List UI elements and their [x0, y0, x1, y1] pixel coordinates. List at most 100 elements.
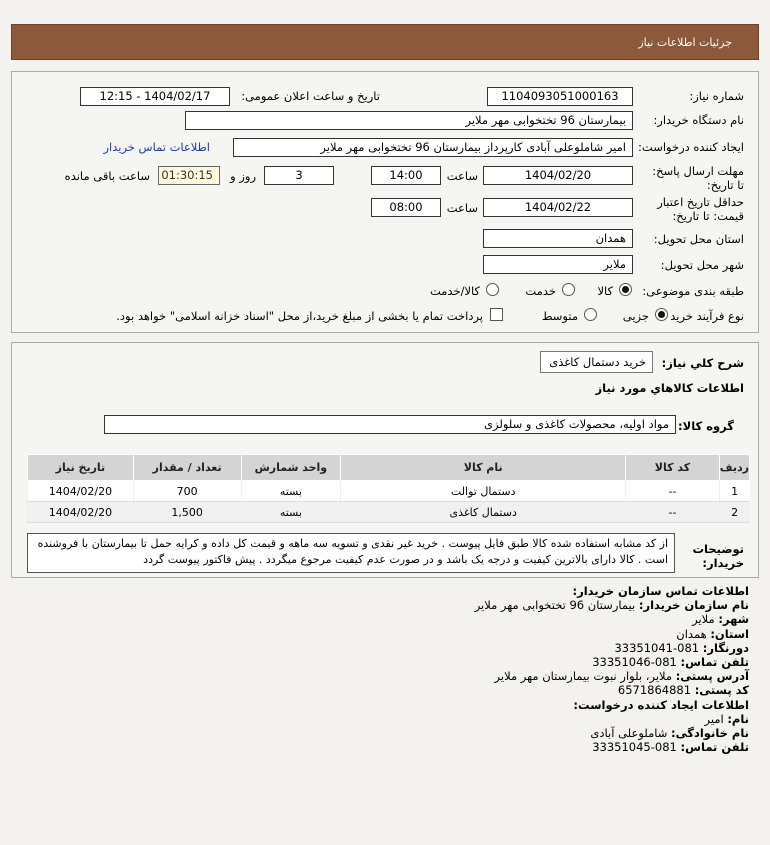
cell-unit: بسته: [240, 501, 341, 523]
general-description-label: شرح کلي نياز:: [661, 356, 744, 370]
process-option-medium: متوسط: [541, 309, 578, 323]
cell-quantity: 700: [132, 480, 241, 502]
goods-table-header: ردیف کد کالا نام کالا واحد شمارش تعداد /…: [27, 454, 751, 481]
creator-name-label: نام:: [727, 711, 749, 726]
buyer-address-value: ملایر، بلوار نبوت بیمارستان مهر ملایر: [494, 669, 673, 684]
creator-family-row: نام خانوادگی: شاملوعلی آبادی: [29, 726, 749, 740]
creator-label: ایجاد کننده درخواست:: [638, 140, 744, 154]
buyer-contact-title: اطلاعات تماس سازمان خریدار:: [572, 584, 749, 598]
process-radio-minor[interactable]: [655, 308, 668, 321]
province-field: همدان: [483, 229, 633, 248]
cell-name: دستمال توالت: [340, 480, 626, 502]
contact-info: اطلاعات تماس سازمان خریدار: نام سازمان خ…: [29, 584, 749, 754]
buyer-address-row: آدرس پستی: ملایر، بلوار نبوت بیمارستان م…: [29, 669, 749, 683]
creator-name-value: امیر: [704, 711, 724, 726]
treasury-checkbox[interactable]: [490, 308, 503, 321]
buyer-city-label: شهر:: [718, 612, 749, 627]
general-description-field: خرید دستمال کاغذی: [540, 351, 653, 373]
creator-phone-row: تلفن تماس: 081-33351045: [29, 740, 749, 754]
announce-field: 1404/02/17 - 12:15: [80, 87, 230, 106]
countdown-field: 01:30:15: [158, 166, 220, 185]
goods-group-label: گروه کالا:: [678, 419, 734, 433]
cell-row: 2: [718, 501, 750, 523]
col-date: تاریخ نیاز: [27, 454, 134, 481]
cell-code: --: [625, 480, 720, 502]
cell-row: 1: [718, 480, 750, 502]
buyer-fax-label: دورنگار:: [702, 640, 749, 655]
cell-name: دستمال کاغذی: [340, 501, 626, 523]
buyer-label: نام دستگاه خریدار:: [653, 113, 744, 127]
reply-time-field: 14:00: [371, 166, 441, 185]
goods-info-heading: اطلاعات کالاهاي مورد نياز: [595, 381, 744, 395]
buyer-postal-value: 6571864881: [617, 683, 692, 698]
creator-contact-title: اطلاعات ایجاد کننده درخواست:: [573, 697, 749, 712]
category-radio-goods[interactable]: [619, 283, 632, 296]
creator-family-value: شاملوعلی آبادی: [590, 726, 668, 741]
days-label: روز و: [230, 169, 256, 183]
buyer-city-row: شهر: ملایر: [29, 612, 749, 626]
buyer-fax-value: 081-33351041: [614, 640, 700, 655]
category-radio-goods-service[interactable]: [486, 283, 499, 296]
payment-note: پرداخت تمام یا بخشی از مبلغ خرید،از محل …: [116, 309, 483, 323]
need-number-label: شماره نیاز:: [689, 89, 744, 103]
cell-code: --: [625, 501, 720, 523]
buyer-phone-value: 081-33351046: [592, 655, 677, 670]
process-radio-medium[interactable]: [584, 308, 597, 321]
cell-unit: بسته: [240, 480, 341, 502]
days-field: 3: [264, 166, 334, 185]
city-label: شهر محل تحویل:: [660, 258, 744, 272]
process-option-minor: جزیی: [622, 309, 649, 323]
need-number-field: 1104093051000163: [487, 87, 633, 106]
creator-family-label: نام خانوادگی:: [671, 726, 749, 741]
category-option-goods-service: کالا/خدمت: [429, 284, 480, 298]
col-unit: واحد شمارش: [240, 454, 342, 481]
buyer-notes-field: از کد مشابه استفاده شده کالا طبق فایل پی…: [27, 533, 675, 573]
col-code: کد کالا: [625, 454, 720, 481]
category-option-service: خدمت: [525, 284, 556, 298]
price-time-label: ساعت: [446, 201, 478, 215]
buyer-notes-label: توضیحات خریدار:: [692, 542, 745, 570]
buyer-org-value: بیمارستان 96 تختخوابی مهر ملایر: [474, 598, 636, 613]
cell-date: 1404/02/20: [27, 480, 134, 502]
creator-name-row: نام: امیر: [29, 711, 750, 726]
buyer-fax-row: دورنگار: 081-33351041: [29, 641, 749, 655]
col-name: نام کالا: [340, 454, 627, 481]
remaining-label: ساعت باقی مانده: [64, 169, 150, 183]
category-radio-service[interactable]: [562, 283, 575, 296]
price-date-field: 1404/02/22: [483, 198, 633, 217]
price-validity-label: حداقل تاریخ اعتبار قیمت: تا تاریخ:: [657, 195, 744, 223]
reply-date-field: 1404/02/20: [483, 166, 633, 185]
announce-label: تاریخ و ساعت اعلان عمومی:: [241, 89, 380, 103]
table-row: 1 -- دستمال توالت بسته 700 1404/02/20: [27, 480, 750, 502]
buyer-contact-link[interactable]: اطلاعات تماس خریدار: [103, 140, 210, 154]
buyer-province-row: استان: همدان: [29, 627, 749, 641]
creator-field: امیر شاملوعلی آبادی کارپرداز بیمارستان 9…: [233, 138, 633, 157]
category-option-goods: کالا: [597, 284, 613, 298]
goods-summary-panel: شرح کلي نياز: خرید دستمال کاغذی اطلاعات …: [11, 342, 759, 578]
reply-deadline-label: مهلت ارسال پاسخ: تا تاریخ:: [652, 164, 744, 192]
city-field: ملایر: [483, 255, 633, 274]
goods-group-field: مواد اولیه، محصولات کاغذی و سلولزی: [104, 415, 676, 434]
need-details-panel: شماره نیاز: 1104093051000163 تاریخ و ساع…: [11, 71, 759, 333]
buyer-province-label: استان:: [710, 626, 749, 641]
buyer-province-value: همدان: [676, 626, 707, 641]
creator-phone-label: تلفن تماس:: [680, 740, 749, 755]
buyer-city-value: ملایر: [692, 612, 715, 627]
buyer-address-label: آدرس پستی:: [675, 669, 749, 684]
page-title: جزئیات اطلاعات نیاز: [638, 36, 732, 49]
col-row: ردیف: [718, 454, 751, 481]
buyer-postal-row: کد پستی: 6571864881: [29, 683, 749, 697]
buyer-org-label: نام سازمان خریدار:: [638, 598, 749, 613]
reply-time-label: ساعت: [446, 169, 478, 183]
process-label: نوع فرآیند خرید :: [662, 309, 744, 323]
buyer-postal-label: کد پستی:: [694, 683, 749, 698]
category-label: طبقه بندی موضوعی:: [642, 284, 744, 298]
buyer-field: بیمارستان 96 تختخوابی مهر ملایر: [185, 111, 633, 130]
page-header: جزئیات اطلاعات نیاز: [11, 24, 759, 60]
buyer-org-row: نام سازمان خریدار: بیمارستان 96 تختخوابی…: [29, 598, 749, 612]
buyer-phone-label: تلفن تماس:: [680, 655, 749, 670]
table-row: 2 -- دستمال کاغذی بسته 1,500 1404/02/20: [27, 501, 750, 523]
buyer-phone-row: تلفن تماس: 081-33351046: [29, 655, 749, 669]
goods-table: ردیف کد کالا نام کالا واحد شمارش تعداد /…: [27, 454, 751, 523]
col-quantity: تعداد / مقدار: [132, 454, 242, 481]
